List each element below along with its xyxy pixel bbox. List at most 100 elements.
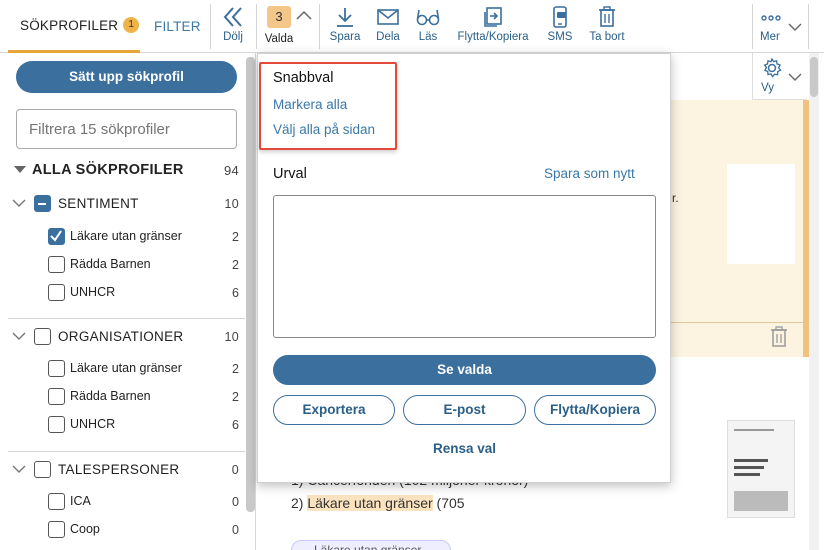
ta-bort-button[interactable]: Ta bort: [587, 6, 627, 50]
flytta-kopiera-button[interactable]: Flytta/Kopiera: [455, 6, 531, 50]
thumb-line: [734, 459, 768, 462]
group-sentiment[interactable]: SENTIMENT 10: [12, 195, 239, 215]
valda-count-badge: 3: [267, 6, 291, 28]
chevron-down-icon[interactable]: [788, 22, 802, 32]
item-count: 2: [232, 390, 239, 404]
item-checkbox[interactable]: [48, 228, 65, 245]
group-checkbox[interactable]: [34, 461, 51, 478]
mobile-message-icon: [553, 6, 567, 28]
app-root: SÖKPROFILER 1 FILTER Dölj 3 Valda Spara …: [0, 0, 824, 550]
all-profiles-count: 94: [223, 163, 239, 178]
rensa-val-link[interactable]: Rensa val: [273, 441, 656, 456]
item-checkbox[interactable]: [48, 416, 65, 433]
tab-sokprofiler[interactable]: SÖKPROFILER 1: [8, 0, 140, 53]
sms-label: SMS: [547, 31, 573, 43]
item-checkbox[interactable]: [48, 493, 65, 510]
chevron-down-icon[interactable]: [12, 198, 26, 208]
article-card-text: r.: [672, 191, 679, 205]
glasses-icon: [416, 9, 440, 26]
spara-som-nytt-link[interactable]: Spara som nytt: [544, 166, 635, 181]
item-name: Rädda Barnen: [70, 389, 151, 403]
article-text-suffix: (705: [432, 495, 465, 511]
group-talespersoner[interactable]: TALESPERSONER 0: [12, 461, 239, 481]
item-checkbox[interactable]: [48, 284, 65, 301]
thumb-line: [734, 429, 774, 431]
thumb-line: [734, 466, 764, 469]
item-count: 2: [232, 258, 239, 272]
vy-label: Vy: [761, 82, 774, 94]
tab-sokprofiler-label: SÖKPROFILER: [20, 17, 119, 33]
item-count: 0: [232, 523, 239, 537]
document-thumbnail[interactable]: [727, 420, 795, 518]
sms-button[interactable]: SMS: [545, 6, 575, 50]
item-checkbox[interactable]: [48, 360, 65, 377]
item-count: 0: [232, 495, 239, 509]
setup-search-profile-button[interactable]: Sätt upp sökprofil: [16, 61, 237, 93]
item-name: UNHCR: [70, 285, 116, 299]
group-name: SENTIMENT: [58, 196, 139, 211]
group-name: TALESPERSONER: [58, 462, 180, 477]
list-item[interactable]: Läkare utan gränser 2: [48, 360, 239, 378]
se-valda-button[interactable]: Se valda: [273, 355, 656, 385]
list-item[interactable]: Rädda Barnen 2: [48, 388, 239, 406]
list-item[interactable]: Coop 0: [48, 521, 239, 539]
search-profiles-panel: Sätt upp sökprofil ALLA SÖKPROFILER 94 S…: [8, 53, 256, 550]
group-name: ORGANISATIONER: [58, 329, 184, 344]
item-count: 2: [232, 230, 239, 244]
group-checkbox[interactable]: [34, 328, 51, 345]
list-item[interactable]: UNHCR 6: [48, 416, 239, 434]
list-item[interactable]: UNHCR 6: [48, 284, 239, 302]
las-label: Läs: [418, 31, 438, 43]
dela-label: Dela: [376, 31, 400, 43]
item-name: Läkare utan gränser: [70, 361, 182, 375]
trash-icon[interactable]: [769, 326, 789, 348]
list-item[interactable]: Rädda Barnen 2: [48, 256, 239, 274]
all-profiles-label: ALLA SÖKPROFILER: [32, 162, 184, 178]
filter-profiles-input[interactable]: [16, 109, 237, 149]
group-checkbox[interactable]: [34, 195, 51, 212]
tab-sokprofiler-badge: 1: [123, 17, 140, 33]
article-text-prefix: 2): [291, 495, 308, 511]
profile-tag[interactable]: Läkare utan gränser: [291, 540, 451, 550]
sidebar-scrollbar[interactable]: [246, 57, 255, 512]
item-checkbox[interactable]: [48, 388, 65, 405]
spara-label: Spara: [329, 31, 361, 43]
valj-alla-pa-sidan-link[interactable]: Välj alla på sidan: [273, 122, 375, 137]
chevron-down-icon[interactable]: [788, 72, 802, 82]
chevron-up-icon[interactable]: [296, 10, 312, 20]
valda-button[interactable]: 3 Valda: [262, 6, 296, 50]
chevron-down-icon[interactable]: [12, 464, 26, 474]
chevron-down-icon[interactable]: [12, 331, 26, 341]
markera-alla-link[interactable]: Markera alla: [273, 97, 347, 112]
flytta-kopiera-label: Flytta/Kopiera: [457, 31, 529, 43]
urval-list-box[interactable]: [273, 195, 656, 338]
item-name: UNHCR: [70, 417, 116, 431]
spara-button[interactable]: Spara: [327, 6, 363, 50]
group-count: 10: [224, 197, 239, 211]
group-count: 10: [224, 330, 239, 344]
exportera-button[interactable]: Exportera: [273, 395, 395, 425]
content-scrollbar[interactable]: [810, 57, 818, 97]
list-item[interactable]: Läkare utan gränser 2: [48, 228, 239, 246]
mail-icon: [377, 9, 399, 25]
item-checkbox[interactable]: [48, 256, 65, 273]
las-button[interactable]: Läs: [414, 6, 442, 50]
double-chevron-left-icon: [223, 7, 242, 27]
mer-button[interactable]: Mer: [760, 6, 784, 50]
flytta-kopiera-popover-button[interactable]: Flytta/Kopiera: [534, 395, 656, 425]
item-checkbox[interactable]: [48, 521, 65, 538]
dolj-button[interactable]: Dölj: [218, 6, 248, 50]
epost-button[interactable]: E-post: [403, 395, 526, 425]
mer-label: Mer: [760, 31, 780, 43]
group-count: 0: [231, 463, 239, 477]
toolbar-divider: [319, 4, 320, 49]
list-item[interactable]: ICA 0: [48, 493, 239, 511]
group-divider: [8, 318, 245, 319]
item-count: 6: [232, 286, 239, 300]
dela-button[interactable]: Dela: [374, 6, 402, 50]
all-profiles-header[interactable]: ALLA SÖKPROFILER 94: [14, 161, 239, 181]
dolj-label: Dölj: [223, 31, 243, 43]
tab-filter[interactable]: FILTER: [140, 0, 210, 53]
content-scroll-track[interactable]: [809, 53, 819, 550]
group-organisationer[interactable]: ORGANISATIONER 10: [12, 328, 239, 348]
